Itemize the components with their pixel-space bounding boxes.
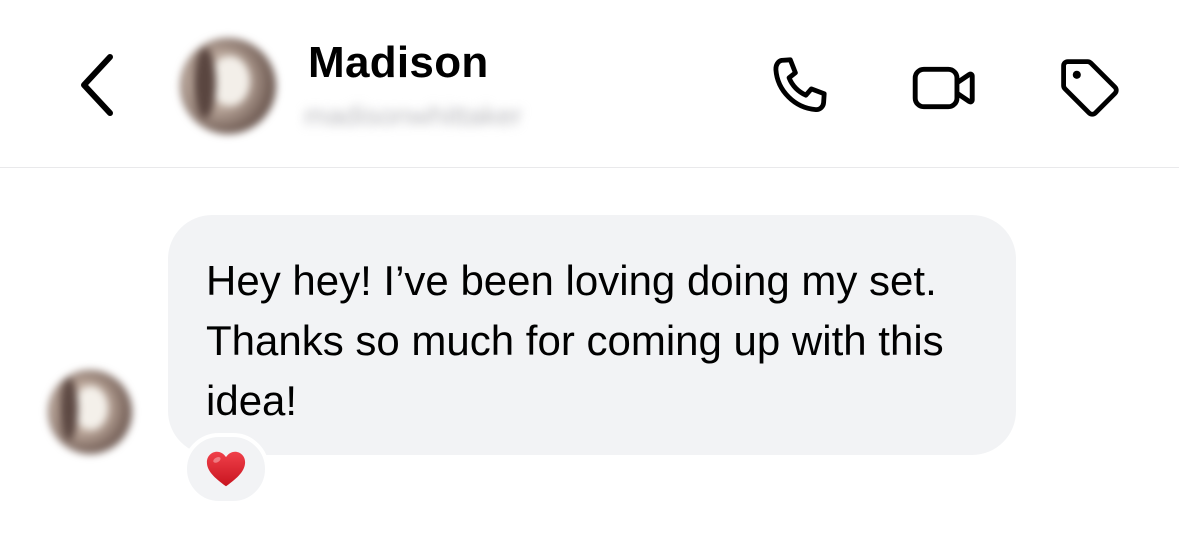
- chat-header: Madison madisonwhittaker: [0, 0, 1179, 168]
- sender-avatar[interactable]: [48, 370, 132, 454]
- chevron-left-icon: [81, 54, 113, 116]
- message-text: Hey hey! I’ve been loving doing my set. …: [206, 257, 944, 424]
- tag-button[interactable]: [1054, 52, 1126, 124]
- video-call-button[interactable]: [908, 52, 980, 124]
- tag-icon: [1061, 59, 1119, 117]
- audio-call-button[interactable]: [766, 52, 838, 124]
- contact-handle[interactable]: madisonwhittaker: [304, 100, 522, 132]
- contact-name[interactable]: Madison: [308, 38, 489, 88]
- contact-avatar[interactable]: [180, 38, 276, 134]
- red-heart-icon: [206, 451, 246, 487]
- back-button[interactable]: [66, 50, 126, 120]
- phone-icon: [773, 57, 827, 112]
- video-camera-icon: [912, 66, 975, 110]
- message-reaction[interactable]: [183, 433, 269, 505]
- message-bubble[interactable]: Hey hey! I’ve been loving doing my set. …: [168, 215, 1016, 455]
